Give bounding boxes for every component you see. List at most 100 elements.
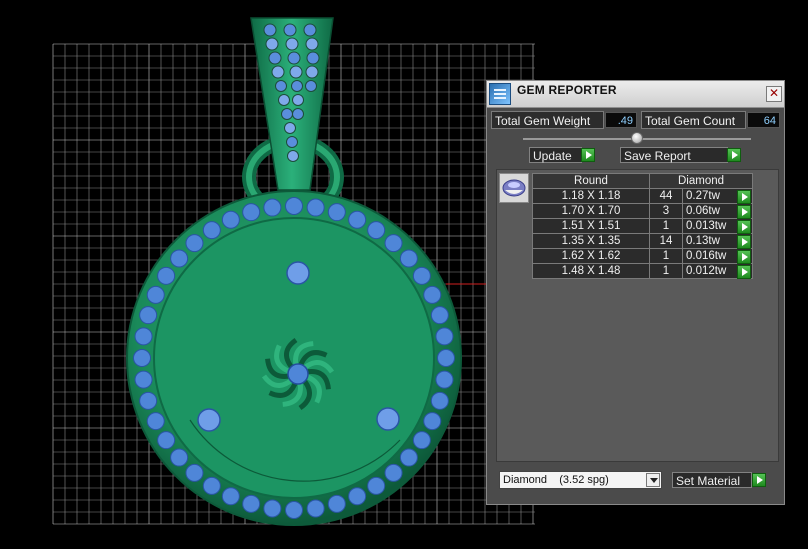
rim-gem xyxy=(412,266,431,285)
gem-table: Round Diamond 1.18 X 1.18 44 0.27tw 1.70 X … xyxy=(532,173,753,279)
bail-gem xyxy=(305,80,317,92)
set-material-button[interactable]: Set Material xyxy=(672,472,752,488)
gem-weight-cell: 0.13tw xyxy=(682,233,753,249)
rim-gem xyxy=(348,487,367,506)
bail-gem xyxy=(285,37,299,51)
gem-reporter-panel: GEM REPORTER ✕ Total Gem Weight .49 Tota… xyxy=(486,80,785,505)
total-gem-weight-value: .49 xyxy=(605,112,637,128)
row-select-arrow-icon[interactable] xyxy=(737,190,751,204)
close-icon[interactable]: ✕ xyxy=(766,86,782,102)
chevron-down-icon[interactable] xyxy=(646,473,660,487)
rim-gem xyxy=(202,476,221,495)
rim-gem xyxy=(139,391,158,410)
rim-gem xyxy=(221,487,240,506)
bail-gem xyxy=(281,108,293,120)
bail-gem xyxy=(287,150,299,162)
update-arrow-icon[interactable] xyxy=(581,148,595,162)
bail-gem xyxy=(292,94,304,106)
rim-gem xyxy=(423,412,442,431)
rim-gem xyxy=(435,370,454,389)
save-report-arrow-icon[interactable] xyxy=(727,148,741,162)
rim-gem xyxy=(139,306,158,325)
gem-weight-value: 0.13tw xyxy=(686,235,720,247)
gem-weight-value: 0.06tw xyxy=(686,205,720,217)
total-gem-count-label: Total Gem Count xyxy=(641,111,746,129)
gem-weight-cell: 0.012tw xyxy=(682,263,753,279)
rim-gem xyxy=(185,463,204,482)
material-select-value: Diamond (3.52 spg) xyxy=(503,474,609,486)
table-row[interactable]: 1.51 X 1.51 1 0.013tw xyxy=(532,218,753,234)
gem-count-cell: 1 xyxy=(649,248,683,264)
rim-gem xyxy=(412,431,431,450)
bail-gem xyxy=(289,65,303,79)
gem-count-cell: 14 xyxy=(649,233,683,249)
bail-gem xyxy=(268,51,282,65)
rim-gem xyxy=(134,370,153,389)
gem-size-cell: 1.51 X 1.51 xyxy=(532,218,650,234)
rim-gem xyxy=(285,197,303,215)
gem-weight-cell: 0.013tw xyxy=(682,218,753,234)
bail-gem xyxy=(271,65,285,79)
gem-weight-cell: 0.06tw xyxy=(682,203,753,219)
rim-gem xyxy=(242,494,261,513)
gem-weight-value: 0.012tw xyxy=(686,265,727,277)
table-row[interactable]: 1.18 X 1.18 44 0.27tw xyxy=(532,188,753,204)
bail-gem xyxy=(265,37,279,51)
bail-gem xyxy=(283,23,297,37)
rim-gem xyxy=(146,412,165,431)
gem-size-cell: 1.70 X 1.70 xyxy=(532,203,650,219)
total-gem-count-value: 64 xyxy=(747,112,780,128)
rim-gem xyxy=(327,494,346,513)
rim-gem xyxy=(306,499,325,518)
set-material-arrow-icon[interactable] xyxy=(752,473,766,487)
rim-gem xyxy=(399,448,418,467)
rim-gem xyxy=(367,221,386,240)
bail-gem xyxy=(303,23,317,37)
row-select-arrow-icon[interactable] xyxy=(737,235,751,249)
gem-weight-value: 0.013tw xyxy=(686,220,727,232)
rim-gem xyxy=(367,476,386,495)
bail-gem xyxy=(305,65,319,79)
rim-gem xyxy=(430,391,449,410)
rim-gem xyxy=(185,234,204,253)
gem-size-cell: 1.35 X 1.35 xyxy=(532,233,650,249)
slider-handle[interactable] xyxy=(631,132,643,144)
bail-gem xyxy=(306,51,320,65)
bail-gem xyxy=(305,37,319,51)
rim-gem xyxy=(384,463,403,482)
bail-gem xyxy=(286,136,298,148)
rim-gem xyxy=(430,306,449,325)
rim-gem xyxy=(399,249,418,268)
rim-gem xyxy=(157,266,176,285)
table-row[interactable]: 1.35 X 1.35 14 0.13tw xyxy=(532,233,753,249)
bail-gem xyxy=(275,80,287,92)
table-row[interactable]: 1.62 X 1.62 1 0.016tw xyxy=(532,248,753,264)
rim-gem xyxy=(384,234,403,253)
rim-gem xyxy=(285,501,303,519)
bail-gem xyxy=(292,108,304,120)
material-select[interactable]: Diamond (3.52 spg) xyxy=(499,471,662,489)
rim-gem xyxy=(437,349,455,367)
gem-count-cell: 1 xyxy=(649,218,683,234)
round-gem-icon[interactable] xyxy=(499,173,529,203)
row-select-arrow-icon[interactable] xyxy=(737,220,751,234)
gem-size-cell: 1.18 X 1.18 xyxy=(532,188,650,204)
rim-gem xyxy=(170,249,189,268)
rim-gem xyxy=(157,431,176,450)
save-report-button[interactable]: Save Report xyxy=(620,147,728,163)
gem-size-cell: 1.48 X 1.48 xyxy=(532,263,650,279)
rim-gem xyxy=(306,198,325,217)
title-bar[interactable]: GEM REPORTER ✕ xyxy=(487,81,784,108)
table-row[interactable]: 1.70 X 1.70 3 0.06tw xyxy=(532,203,753,219)
row-select-arrow-icon[interactable] xyxy=(737,250,751,264)
gem-count-cell: 44 xyxy=(649,188,683,204)
panel-title: GEM REPORTER xyxy=(517,83,617,97)
table-row[interactable]: 1.48 X 1.48 1 0.012tw xyxy=(532,263,753,279)
update-button[interactable]: Update xyxy=(529,147,582,163)
row-select-arrow-icon[interactable] xyxy=(737,205,751,219)
column-header-material: Diamond xyxy=(649,173,753,189)
rim-gem xyxy=(435,327,454,346)
row-select-arrow-icon[interactable] xyxy=(737,265,751,279)
total-gem-weight-label: Total Gem Weight xyxy=(491,111,604,129)
gem-weight-cell: 0.27tw xyxy=(682,188,753,204)
